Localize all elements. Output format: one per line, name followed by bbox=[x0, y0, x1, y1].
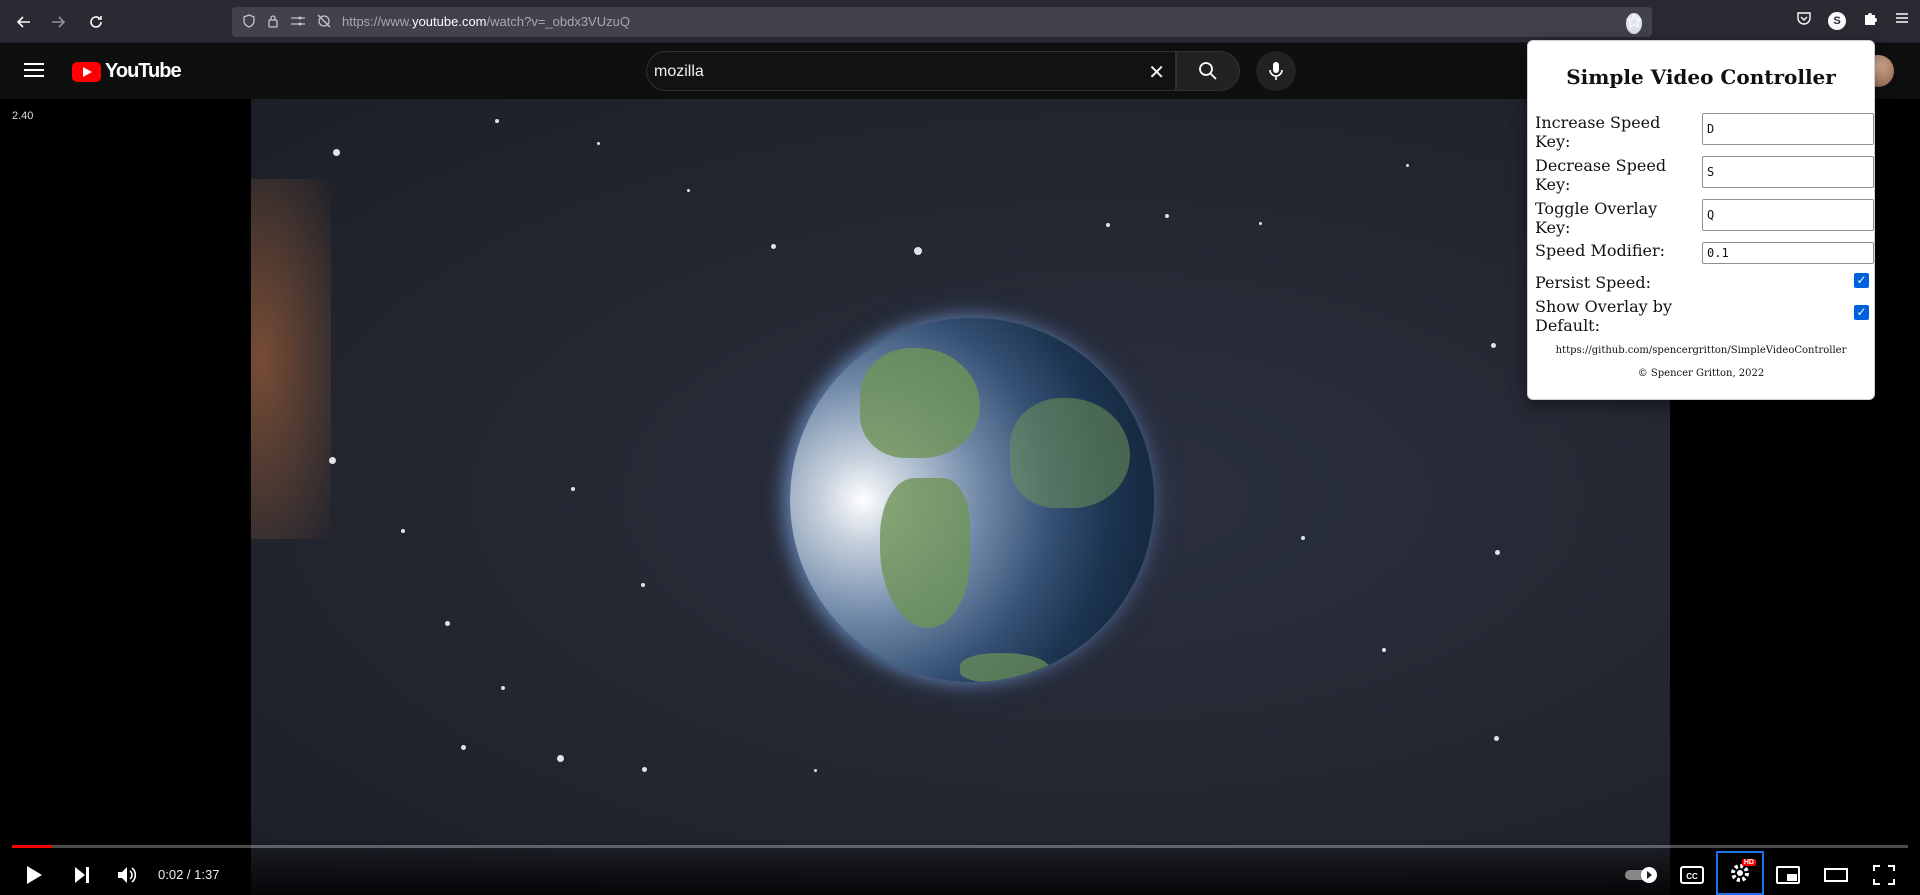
show-overlay-label: Show Overlay by Default: bbox=[1535, 297, 1673, 335]
star bbox=[771, 244, 776, 249]
volume-icon bbox=[118, 867, 137, 883]
popup-title: Simple Video Controller bbox=[1566, 65, 1836, 89]
permissions-icon[interactable] bbox=[290, 14, 306, 33]
autoplay-icon bbox=[1625, 867, 1657, 883]
star bbox=[445, 621, 450, 626]
star bbox=[1494, 736, 1499, 741]
clear-search-icon[interactable]: ✕ bbox=[1148, 60, 1165, 85]
video-frame[interactable] bbox=[251, 99, 1670, 895]
extension-profile-icon[interactable]: S bbox=[1828, 11, 1846, 30]
toggle-overlay-key-input[interactable] bbox=[1702, 199, 1874, 231]
star bbox=[501, 686, 505, 690]
guide-menu-icon[interactable] bbox=[22, 59, 46, 83]
browser-toolbar: https://www.youtube.com/watch?v=_obdx3VU… bbox=[0, 0, 1920, 43]
star bbox=[1301, 536, 1305, 540]
star bbox=[495, 119, 499, 123]
youtube-wordmark: YouTube bbox=[105, 60, 182, 82]
player-controls: 0:02 / 1:37 CC HD bbox=[0, 837, 1920, 895]
shield-icon[interactable] bbox=[242, 14, 256, 33]
extension-popup: Simple Video Controller Increase Speed K… bbox=[1527, 40, 1875, 400]
star bbox=[642, 767, 647, 772]
play-button[interactable] bbox=[16, 860, 52, 890]
theater-icon bbox=[1824, 868, 1848, 882]
star bbox=[571, 487, 575, 491]
star bbox=[329, 457, 336, 464]
star bbox=[1165, 214, 1169, 218]
sun-glow bbox=[251, 179, 331, 539]
star bbox=[597, 142, 600, 145]
star bbox=[557, 755, 564, 762]
bookmark-star-icon[interactable] bbox=[1626, 13, 1642, 34]
mute-button[interactable] bbox=[110, 860, 146, 890]
reload-button[interactable] bbox=[82, 8, 110, 36]
github-link[interactable]: https://github.com/spencergritton/Simple… bbox=[1528, 345, 1874, 356]
app-menu-icon[interactable] bbox=[1894, 10, 1910, 31]
next-icon bbox=[75, 867, 89, 883]
star bbox=[641, 583, 645, 587]
north-america bbox=[860, 348, 980, 458]
star bbox=[1406, 164, 1409, 167]
star bbox=[914, 247, 922, 255]
speed-modifier-label: Speed Modifier: bbox=[1535, 241, 1666, 260]
star bbox=[687, 189, 690, 192]
autoplay-toggle[interactable] bbox=[1622, 860, 1662, 890]
star bbox=[461, 745, 466, 750]
captions-icon: CC bbox=[1680, 866, 1704, 884]
next-button[interactable] bbox=[64, 860, 100, 890]
speed-overlay: 2.40 bbox=[12, 110, 34, 122]
time-display: 0:02 / 1:37 bbox=[158, 867, 220, 882]
miniplayer-icon bbox=[1776, 866, 1800, 884]
tracking-blocked-icon[interactable] bbox=[316, 14, 332, 33]
increase-speed-key-input[interactable] bbox=[1702, 113, 1874, 145]
star bbox=[333, 149, 340, 156]
fullscreen-button[interactable] bbox=[1866, 860, 1902, 890]
svg-text:CC: CC bbox=[1686, 872, 1698, 881]
star bbox=[814, 769, 817, 772]
star bbox=[1382, 648, 1386, 652]
url-bar[interactable]: https://www.youtube.com/watch?v=_obdx3VU… bbox=[232, 7, 1652, 37]
lock-icon[interactable] bbox=[266, 14, 280, 33]
earth-image bbox=[790, 318, 1154, 682]
copyright-text: © Spencer Gritton, 2022 bbox=[1637, 368, 1765, 379]
captions-button[interactable]: CC bbox=[1674, 860, 1710, 890]
hd-badge: HD bbox=[1741, 859, 1756, 866]
fullscreen-icon bbox=[1873, 865, 1895, 885]
star bbox=[1106, 223, 1110, 227]
search-icon bbox=[1199, 62, 1217, 80]
forward-button[interactable] bbox=[44, 8, 72, 36]
antarctica bbox=[960, 653, 1050, 682]
search-query[interactable]: mozilla bbox=[654, 63, 704, 81]
microphone-icon bbox=[1269, 62, 1283, 80]
miniplayer-button[interactable] bbox=[1770, 860, 1806, 890]
speed-modifier-input[interactable] bbox=[1702, 242, 1874, 264]
star bbox=[1491, 343, 1496, 348]
persist-speed-label: Persist Speed: bbox=[1535, 273, 1651, 292]
decrease-speed-key-input[interactable] bbox=[1702, 156, 1874, 188]
persist-speed-checkbox[interactable]: ✓ bbox=[1854, 273, 1869, 288]
star bbox=[1259, 222, 1262, 225]
theater-mode-button[interactable] bbox=[1818, 860, 1854, 890]
south-america bbox=[880, 478, 970, 628]
decrease-speed-label: Decrease Speed Key: bbox=[1535, 156, 1667, 194]
progress-bar[interactable] bbox=[12, 845, 1908, 848]
toggle-overlay-label: Toggle Overlay Key: bbox=[1535, 199, 1658, 237]
url-text[interactable]: https://www.youtube.com/watch?v=_obdx3VU… bbox=[342, 14, 630, 29]
star bbox=[401, 529, 405, 533]
play-icon bbox=[27, 866, 42, 884]
increase-speed-label: Increase Speed Key: bbox=[1535, 113, 1661, 151]
progress-played bbox=[12, 845, 52, 848]
star bbox=[1495, 550, 1500, 555]
youtube-logo[interactable]: YouTube bbox=[72, 60, 182, 83]
youtube-play-icon bbox=[72, 61, 101, 82]
show-overlay-checkbox[interactable]: ✓ bbox=[1854, 305, 1869, 320]
extensions-puzzle-icon[interactable] bbox=[1862, 10, 1878, 31]
voice-search-button[interactable] bbox=[1256, 51, 1296, 91]
back-button[interactable] bbox=[10, 8, 38, 36]
search-input[interactable]: mozilla ✕ bbox=[646, 51, 1176, 91]
africa-europe bbox=[1010, 398, 1130, 508]
settings-button[interactable]: HD bbox=[1716, 851, 1764, 895]
search-button[interactable] bbox=[1176, 51, 1240, 91]
pocket-icon[interactable] bbox=[1796, 10, 1812, 31]
